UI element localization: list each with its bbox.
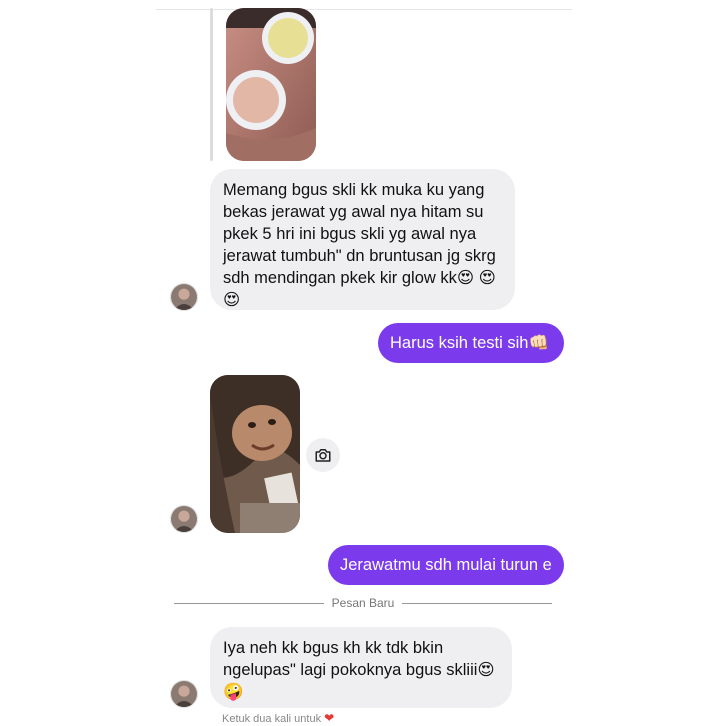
double-tap-hint: Ketuk dua kali untuk ❤ <box>222 711 334 725</box>
message-line: bekas jerawat yg awal nya hitam su <box>223 203 484 221</box>
message-line: Memang bgus skli kk muka ku yang <box>223 181 485 199</box>
divider-line <box>402 603 552 604</box>
message-line: 😍 <box>223 291 241 309</box>
message-bubble-outgoing[interactable]: Jerawatmu sdh mulai turun e <box>328 545 564 585</box>
reply-quote-bar <box>210 8 213 161</box>
selfie-photo[interactable] <box>210 375 300 533</box>
sender-avatar[interactable] <box>170 680 198 708</box>
product-photo[interactable] <box>226 8 316 161</box>
message-line: ngelupas" lagi pokoknya bgus skliii😍 <box>223 661 495 679</box>
message-line: sdh mendingan pkek kir glow kk😍 😍 <box>223 269 496 287</box>
hint-text: Ketuk dua kali untuk <box>222 713 322 725</box>
new-messages-divider: Pesan Baru <box>174 596 552 617</box>
message-line: Iya neh kk bgus kh kk tdk bkin <box>223 639 444 657</box>
divider-label: Pesan Baru <box>331 596 395 610</box>
message-line: pkek 5 hri ini bgus skli yg awal nya <box>223 225 477 243</box>
sender-avatar[interactable] <box>170 505 198 533</box>
message-bubble-incoming[interactable]: Memang bgus skli kk muka ku yang bekas j… <box>210 169 515 310</box>
message-bubble-outgoing[interactable]: Harus ksih testi sih👊🏻 <box>378 323 564 363</box>
message-line: 🤪 <box>223 683 244 701</box>
header-divider <box>156 9 572 10</box>
camera-icon <box>315 449 331 462</box>
camera-button[interactable] <box>306 438 340 472</box>
message-line: jerawat tumbuh" dn bruntusan jg skrg <box>223 247 496 265</box>
divider-line <box>174 603 324 604</box>
message-bubble-incoming[interactable]: Iya neh kk bgus kh kk tdk bkin ngelupas"… <box>210 627 512 708</box>
sender-avatar[interactable] <box>170 283 198 311</box>
heart-icon: ❤ <box>324 711 335 725</box>
